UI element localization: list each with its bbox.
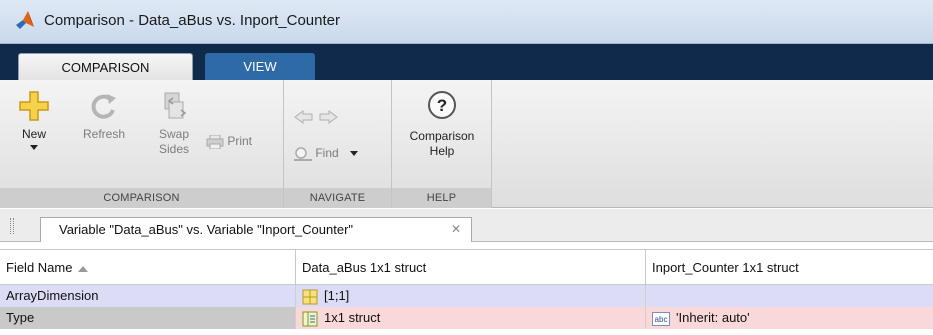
tab-comparison[interactable]: COMPARISON: [18, 53, 193, 80]
matrix-icon: [302, 289, 318, 305]
new-label: New: [21, 127, 46, 141]
column-header-right[interactable]: Inport_Counter 1x1 struct: [646, 250, 933, 286]
column-header-left[interactable]: Data_aBus 1x1 struct: [296, 250, 646, 286]
print-button[interactable]: Print: [206, 134, 274, 150]
svg-text:abc: abc: [655, 315, 668, 324]
chevron-down-icon: [30, 145, 38, 150]
next-difference-icon[interactable]: [318, 110, 338, 124]
column-header-field-name[interactable]: Field Name: [0, 250, 296, 286]
find-dropdown-icon: [350, 151, 359, 156]
title-bar: Comparison - Data_aBus vs. Inport_Counte…: [0, 0, 933, 44]
previous-difference-icon[interactable]: [294, 110, 314, 124]
swap-label-line1: Swap: [158, 127, 190, 141]
right-value-cell: [646, 285, 933, 307]
right-value-cell: abc 'Inherit: auto': [646, 307, 933, 329]
refresh-button[interactable]: Refresh: [76, 90, 132, 142]
print-label: Print: [227, 134, 253, 148]
table-row[interactable]: Type 1x1 struct abc 'Inherit: auto': [0, 307, 933, 329]
ribbon-tab-strip: COMPARISON VIEW: [0, 44, 933, 80]
document-tab[interactable]: Variable "Data_aBus" vs. Variable "Inpor…: [40, 217, 472, 242]
right-value-text: 'Inherit: auto': [676, 310, 750, 325]
close-icon[interactable]: ✕: [451, 218, 461, 241]
swap-label-line2: Sides: [158, 142, 190, 156]
refresh-icon: [91, 94, 116, 119]
document-tab-row: Variable "Data_aBus" vs. Variable "Inpor…: [0, 209, 933, 242]
left-value-cell: [1;1]: [296, 285, 646, 307]
table-header: Field Name Data_aBus 1x1 struct Inport_C…: [0, 249, 933, 286]
string-icon: abc: [652, 311, 670, 326]
tab-view[interactable]: VIEW: [205, 53, 315, 80]
new-button[interactable]: New: [14, 90, 54, 150]
nav-arrows: [294, 110, 338, 127]
svg-text:?: ?: [437, 96, 447, 115]
section-help: ? Comparison Help HELP: [392, 80, 492, 208]
find-button[interactable]: Find: [294, 146, 384, 162]
left-value-text: [1;1]: [324, 288, 350, 303]
refresh-label: Refresh: [82, 127, 126, 141]
document-tab-label: Variable "Data_aBus" vs. Variable "Inpor…: [59, 222, 354, 237]
section-label-help: HELP: [392, 188, 491, 208]
find-label: Find: [315, 146, 339, 161]
section-navigate: Find NAVIGATE: [284, 80, 392, 208]
sort-ascending-icon: [78, 265, 89, 272]
field-name-cell: Type: [0, 307, 296, 329]
left-value-text: 1x1 struct: [324, 310, 381, 325]
section-comparison: New Refresh Swap Sides Print COMPARISON: [0, 80, 284, 208]
section-label-navigate: NAVIGATE: [284, 188, 391, 208]
table-row[interactable]: ArrayDimension [1;1]: [0, 285, 933, 307]
help-label-line2: Help: [429, 144, 455, 158]
column-header-label: Field Name: [6, 260, 73, 275]
help-label-line1: Comparison: [409, 129, 475, 143]
section-label-comparison: COMPARISON: [0, 188, 283, 208]
printer-icon: [206, 134, 224, 150]
drag-grip-icon[interactable]: [10, 218, 14, 234]
swap-sides-icon: [164, 92, 187, 119]
help-icon: ?: [428, 91, 456, 119]
left-value-cell: 1x1 struct: [296, 307, 646, 329]
ribbon: New Refresh Swap Sides Print COMPARISON …: [0, 80, 933, 208]
field-name-cell: ArrayDimension: [0, 285, 296, 307]
struct-icon: [302, 311, 318, 327]
swap-sides-button[interactable]: Swap Sides: [146, 90, 202, 157]
new-icon: [19, 91, 49, 121]
comparison-help-button[interactable]: ? Comparison Help: [398, 90, 486, 159]
matlab-logo-icon: [16, 11, 34, 29]
magnifier-icon: [294, 147, 312, 161]
window-title: Comparison - Data_aBus vs. Inport_Counte…: [44, 12, 340, 29]
